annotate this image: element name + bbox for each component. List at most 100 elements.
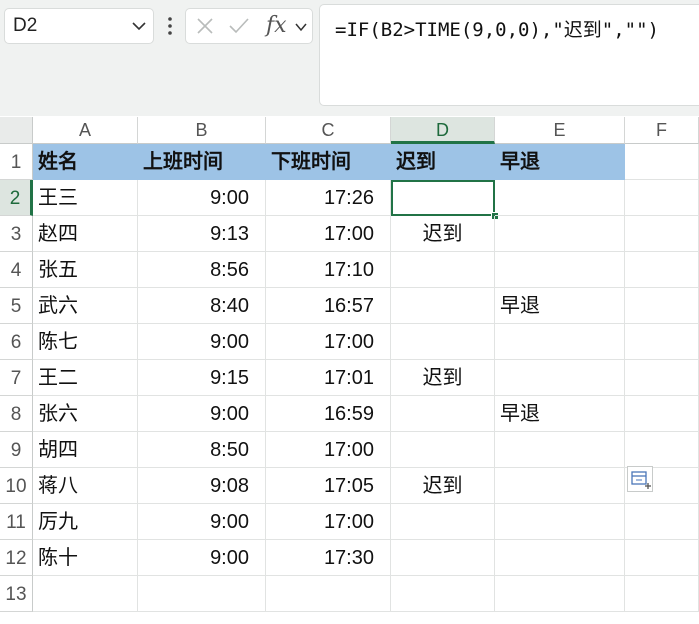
row-header-11[interactable]: 11 [0, 504, 33, 540]
chevron-down-icon[interactable] [131, 18, 147, 34]
cell-e13[interactable] [495, 576, 625, 612]
quick-analysis-icon[interactable] [627, 466, 653, 492]
cell-a7[interactable]: 王二 [33, 360, 138, 396]
cell-a5[interactable]: 武六 [33, 288, 138, 324]
cell-f5[interactable] [625, 288, 699, 324]
insert-function-icon[interactable]: fx [266, 13, 287, 38]
cell-d13[interactable] [391, 576, 495, 612]
cell-d3[interactable]: 迟到 [391, 216, 495, 252]
row-header-1[interactable]: 1 [0, 144, 33, 180]
cell-f12[interactable] [625, 540, 699, 576]
row-header-4[interactable]: 4 [0, 252, 33, 288]
cell-b1[interactable]: 上班时间 [138, 144, 266, 180]
cell-e10[interactable] [495, 468, 625, 504]
formula-input[interactable]: =IF(B2>TIME(9,0,0),"迟到","") [319, 4, 699, 106]
cell-a3[interactable]: 赵四 [33, 216, 138, 252]
cell-b11[interactable]: 9:00 [138, 504, 266, 540]
cell-b13[interactable] [138, 576, 266, 612]
cell-d4[interactable] [391, 252, 495, 288]
cell-b9[interactable]: 8:50 [138, 432, 266, 468]
cell-a1[interactable]: 姓名 [33, 144, 138, 180]
cell-f11[interactable] [625, 504, 699, 540]
cell-b5[interactable]: 8:40 [138, 288, 266, 324]
enter-icon[interactable] [228, 17, 250, 35]
cell-f4[interactable] [625, 252, 699, 288]
cell-c6[interactable]: 17:00 [266, 324, 391, 360]
cell-c5[interactable]: 16:57 [266, 288, 391, 324]
cell-c9[interactable]: 17:00 [266, 432, 391, 468]
cell-d2[interactable] [391, 180, 495, 216]
cell-e3[interactable] [495, 216, 625, 252]
name-box[interactable]: D2 [4, 8, 154, 44]
cell-c4[interactable]: 17:10 [266, 252, 391, 288]
cell-a4[interactable]: 张五 [33, 252, 138, 288]
cell-f13[interactable] [625, 576, 699, 612]
row-header-10[interactable]: 10 [0, 468, 33, 504]
cell-a11[interactable]: 厉九 [33, 504, 138, 540]
more-options-icon[interactable] [163, 14, 177, 38]
cell-b12[interactable]: 9:00 [138, 540, 266, 576]
chevron-down-icon[interactable] [294, 20, 308, 34]
row-header-9[interactable]: 9 [0, 432, 33, 468]
row-header-13[interactable]: 13 [0, 576, 33, 612]
cell-f3[interactable] [625, 216, 699, 252]
cell-b2[interactable]: 9:00 [138, 180, 266, 216]
row-header-12[interactable]: 12 [0, 540, 33, 576]
cell-e1[interactable]: 早退 [495, 144, 625, 180]
cell-c13[interactable] [266, 576, 391, 612]
column-header-f[interactable]: F [625, 117, 699, 144]
column-header-e[interactable]: E [495, 117, 625, 144]
cell-c3[interactable]: 17:00 [266, 216, 391, 252]
column-header-a[interactable]: A [33, 117, 138, 144]
cell-e12[interactable] [495, 540, 625, 576]
column-header-b[interactable]: B [138, 117, 266, 144]
cell-b8[interactable]: 9:00 [138, 396, 266, 432]
row-header-6[interactable]: 6 [0, 324, 33, 360]
cell-e2[interactable] [495, 180, 625, 216]
column-header-c[interactable]: C [266, 117, 391, 144]
cell-e5[interactable]: 早退 [495, 288, 625, 324]
cell-b3[interactable]: 9:13 [138, 216, 266, 252]
cell-e8[interactable]: 早退 [495, 396, 625, 432]
cell-d1[interactable]: 迟到 [391, 144, 495, 180]
cell-f6[interactable] [625, 324, 699, 360]
column-header-d[interactable]: D [391, 117, 495, 144]
cell-a2[interactable]: 王三 [33, 180, 138, 216]
cell-a6[interactable]: 陈七 [33, 324, 138, 360]
cell-d5[interactable] [391, 288, 495, 324]
cell-e11[interactable] [495, 504, 625, 540]
cell-e7[interactable] [495, 360, 625, 396]
cell-e4[interactable] [495, 252, 625, 288]
row-header-2[interactable]: 2 [0, 180, 33, 216]
row-header-7[interactable]: 7 [0, 360, 33, 396]
select-all-corner[interactable] [0, 117, 33, 144]
cancel-icon[interactable] [196, 17, 214, 35]
cell-c2[interactable]: 17:26 [266, 180, 391, 216]
cell-e6[interactable] [495, 324, 625, 360]
cell-f2[interactable] [625, 180, 699, 216]
cell-a9[interactable]: 胡四 [33, 432, 138, 468]
cell-a8[interactable]: 张六 [33, 396, 138, 432]
cell-d12[interactable] [391, 540, 495, 576]
cell-f7[interactable] [625, 360, 699, 396]
row-header-5[interactable]: 5 [0, 288, 33, 324]
cell-c8[interactable]: 16:59 [266, 396, 391, 432]
cell-e9[interactable] [495, 432, 625, 468]
row-header-8[interactable]: 8 [0, 396, 33, 432]
cell-a10[interactable]: 蒋八 [33, 468, 138, 504]
cell-d8[interactable] [391, 396, 495, 432]
cell-b10[interactable]: 9:08 [138, 468, 266, 504]
cell-c7[interactable]: 17:01 [266, 360, 391, 396]
cell-c11[interactable]: 17:00 [266, 504, 391, 540]
cell-d6[interactable] [391, 324, 495, 360]
cell-f8[interactable] [625, 396, 699, 432]
cell-b7[interactable]: 9:15 [138, 360, 266, 396]
cell-c1[interactable]: 下班时间 [266, 144, 391, 180]
cell-c10[interactable]: 17:05 [266, 468, 391, 504]
cell-b4[interactable]: 8:56 [138, 252, 266, 288]
cell-d9[interactable] [391, 432, 495, 468]
cell-c12[interactable]: 17:30 [266, 540, 391, 576]
cell-d7[interactable]: 迟到 [391, 360, 495, 396]
cell-f9[interactable] [625, 432, 699, 468]
cell-a12[interactable]: 陈十 [33, 540, 138, 576]
